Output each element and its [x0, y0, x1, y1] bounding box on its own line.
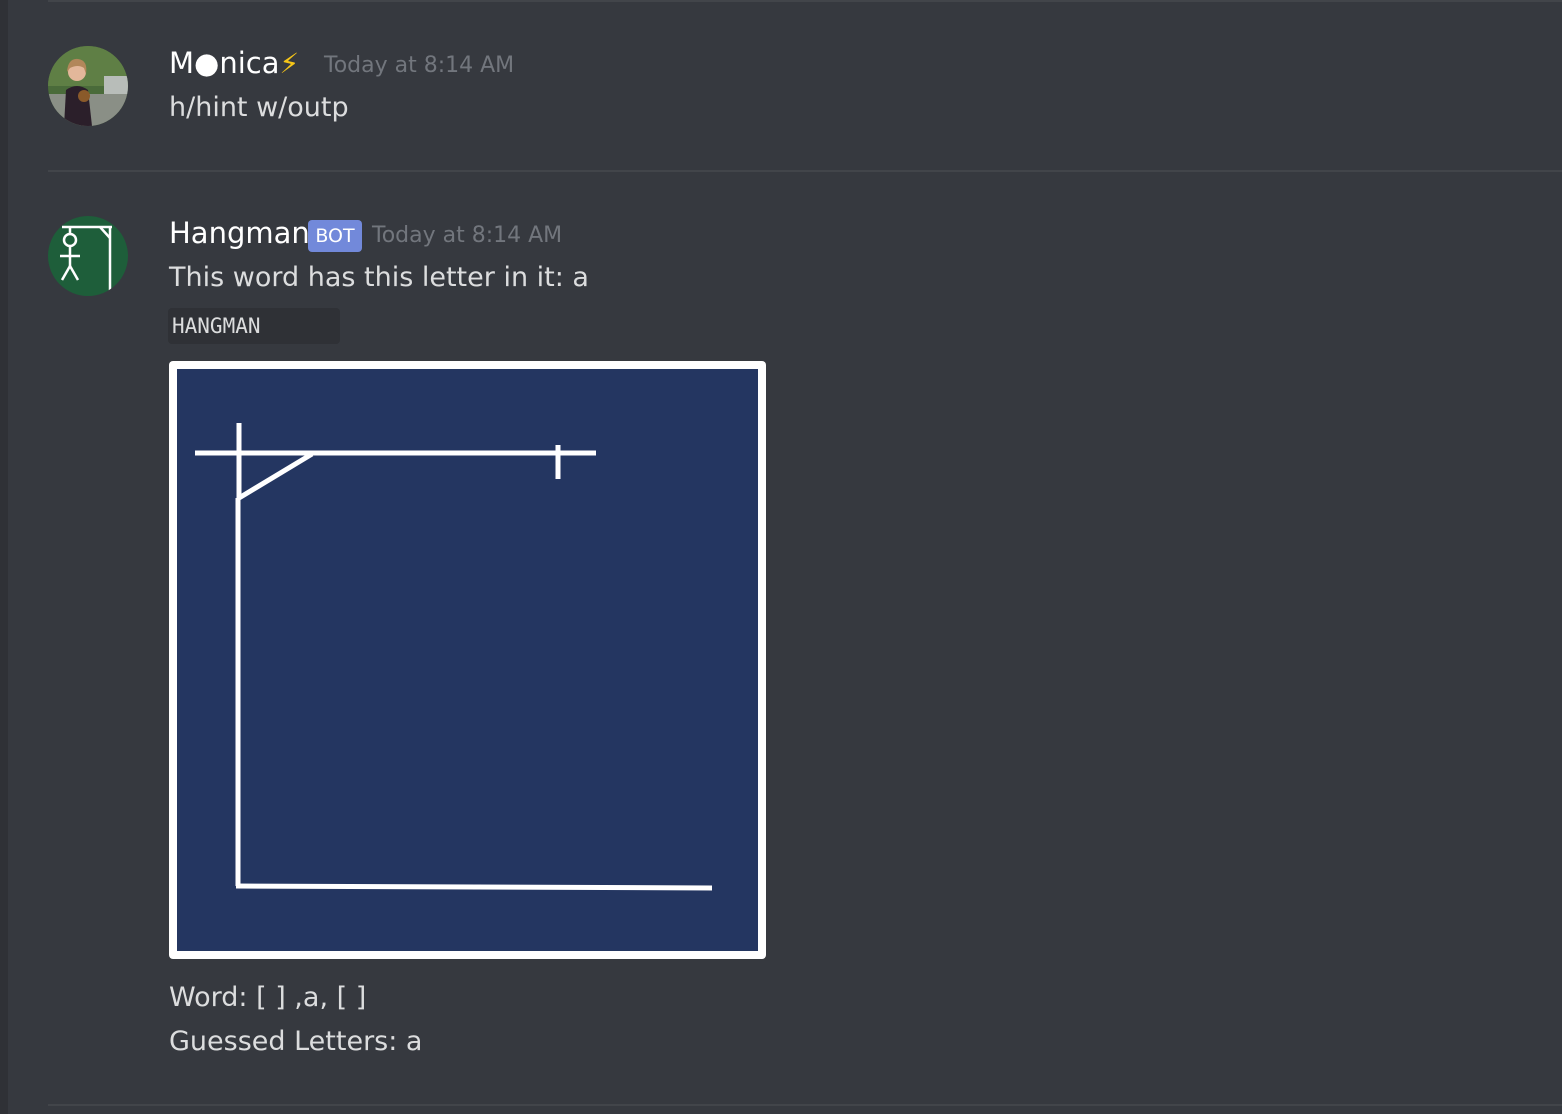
sidebar-edge [0, 0, 8, 1114]
message-divider [48, 170, 1562, 172]
message-timestamp: Today at 8:14 AM [324, 53, 515, 78]
message-divider-top [48, 0, 1562, 2]
message-content: h/hint w/outp [169, 92, 349, 123]
message-author[interactable]: M●nica⚡ [169, 45, 299, 82]
chat-window: M●nica⚡ Today at 8:14 AM h/hint w/outp H… [0, 0, 1562, 1114]
guessed-letters: Guessed Letters: a [169, 1026, 423, 1057]
bot-avatar[interactable] [48, 216, 128, 296]
user-avatar[interactable] [48, 46, 128, 126]
hangman-image[interactable] [169, 361, 766, 959]
message-divider-bottom [48, 1104, 1562, 1106]
author-name[interactable]: M●nica [169, 46, 279, 80]
stick-figure-gallows-icon [48, 216, 128, 296]
user-photo-avatar-icon [48, 46, 128, 126]
inline-code-block: HANGMAN [168, 308, 340, 344]
lightning-icon: ⚡ [279, 47, 300, 80]
hangman-gallows-icon [169, 361, 766, 959]
word-status: Word: [ ] ,a, [ ] [169, 982, 367, 1013]
bot-message-content: This word has this letter in it: a [169, 262, 589, 293]
bot-badge: BOT [308, 220, 362, 252]
bot-message-timestamp: Today at 8:14 AM [372, 223, 563, 248]
bot-author-name[interactable]: Hangman [169, 215, 310, 251]
